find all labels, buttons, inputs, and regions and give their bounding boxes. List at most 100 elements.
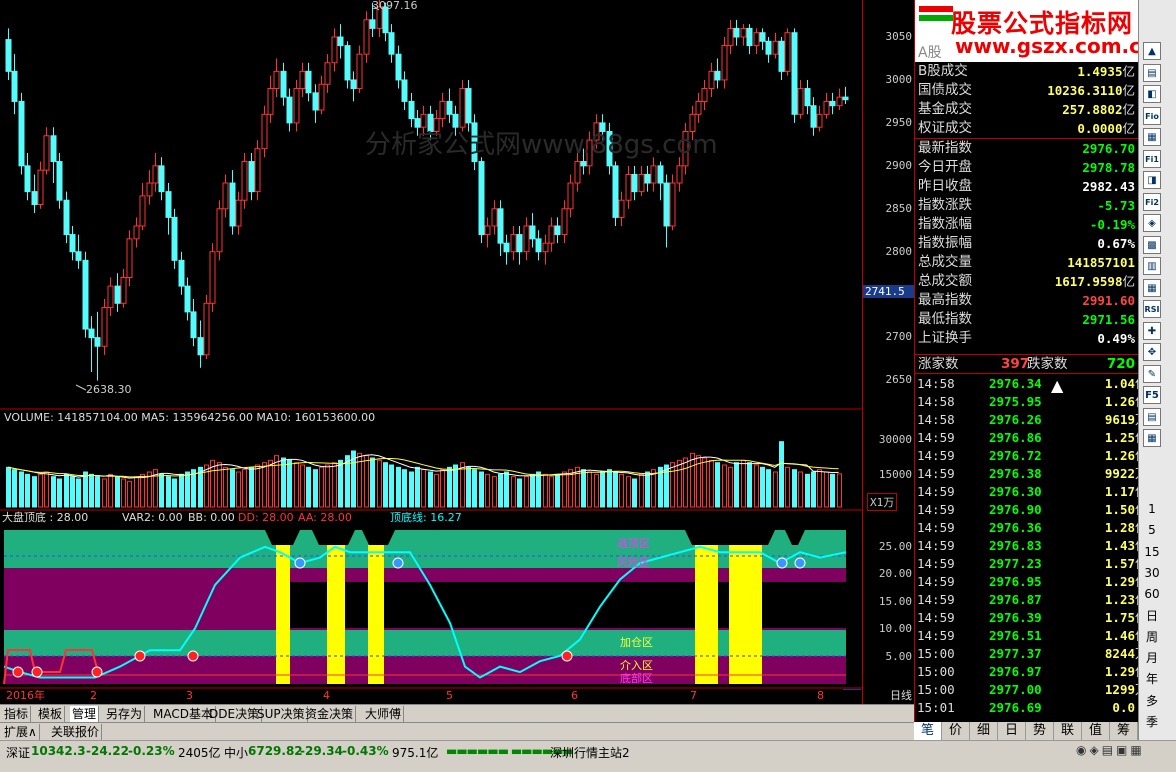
tick-row: 14:59 2976.95 1.29亿 xyxy=(915,573,1148,591)
period-button[interactable]: 季 xyxy=(1143,713,1161,731)
toolbar-icon[interactable]: Fio xyxy=(1143,106,1161,125)
volume-bar xyxy=(262,462,267,508)
toolbar-icon[interactable]: ◈ xyxy=(1143,214,1161,232)
panel-tab[interactable]: 日 xyxy=(998,722,1026,740)
volume-bar xyxy=(242,469,247,508)
period-button[interactable]: 月 xyxy=(1143,649,1161,667)
candle-body xyxy=(497,208,504,244)
toolbar-icon[interactable]: Fi1 xyxy=(1143,149,1161,168)
toolbar-icon[interactable]: ▤ xyxy=(1143,407,1161,426)
stat-value: 0.67% xyxy=(1097,235,1135,251)
tick-time: 14:59 xyxy=(917,610,955,625)
indicator-tab[interactable]: 模板 xyxy=(36,706,66,722)
panel-tab[interactable]: 势 xyxy=(1026,722,1054,740)
zone-risk: 风险区 xyxy=(617,556,650,569)
volume-bar xyxy=(428,471,433,508)
indicator-tab[interactable]: 另存为 xyxy=(104,706,146,722)
indicator-tab[interactable]: 管理 xyxy=(70,706,100,722)
candle-body xyxy=(312,92,319,111)
extend-tab[interactable]: 关联报价 xyxy=(49,724,103,740)
tick-volume: 1.46亿 xyxy=(1104,628,1148,643)
candle-body xyxy=(638,173,645,193)
candle-body xyxy=(804,88,811,107)
panel-tab[interactable]: 细 xyxy=(970,722,998,740)
period-button[interactable]: 周 xyxy=(1143,628,1161,646)
tick-price: 2976.95 xyxy=(989,574,1042,589)
toolbar-icon[interactable]: ▤ xyxy=(1143,63,1161,82)
indicator-tab[interactable]: 指标 xyxy=(2,706,32,722)
watermark: 分析家公式网www.88gs.com xyxy=(365,130,718,160)
toolbar-icon[interactable]: ▦ xyxy=(1143,278,1161,297)
tick-time: 14:59 xyxy=(917,556,955,571)
zx-value: 6729.82 xyxy=(248,744,303,758)
candle-body xyxy=(50,135,57,163)
stat-label: 指数振幅 xyxy=(918,234,972,251)
tick-price: 2976.51 xyxy=(989,628,1042,643)
panel-tab[interactable]: 筹 xyxy=(1110,722,1138,740)
tick-row: 14:58 2976.26 9619万 xyxy=(915,411,1148,429)
volume-bar xyxy=(95,476,100,508)
stat-label: 基金成交 xyxy=(918,101,972,118)
stat-row: B股成交 1.4935亿 xyxy=(915,62,1139,81)
toolbar-icon[interactable]: F5 xyxy=(1143,386,1161,404)
toolbar-icon[interactable]: RSI xyxy=(1143,300,1161,318)
volume-bar xyxy=(524,476,529,508)
toolbar-icon[interactable]: ▦ xyxy=(1143,429,1161,447)
toolbar-icon[interactable]: ▥ xyxy=(1143,257,1161,275)
volume-bar xyxy=(747,462,752,508)
toolbar-icon[interactable]: ◧ xyxy=(1143,85,1161,103)
indicator-tab[interactable]: DDE决策 xyxy=(207,706,263,722)
panel-tab[interactable]: 联 xyxy=(1054,722,1082,740)
panel-tab[interactable]: 值 xyxy=(1082,722,1110,740)
volume-bar xyxy=(25,473,30,508)
toolbar-icon[interactable]: ▩ xyxy=(1143,235,1161,254)
toolbar-icon[interactable]: ✎ xyxy=(1143,364,1161,383)
panel-tab[interactable]: 价 xyxy=(942,722,970,740)
index-chart[interactable] xyxy=(0,0,862,690)
zone-enter: 介入区 xyxy=(620,659,653,672)
scroll-marker[interactable] xyxy=(843,689,861,690)
stat-value: 2976.70 xyxy=(1082,141,1135,157)
panel-tab[interactable]: 笔 xyxy=(914,722,942,740)
volume-bar xyxy=(38,473,43,508)
tick-volume: 1299万 xyxy=(1104,682,1148,697)
indicator-tab[interactable]: SUP决策 xyxy=(255,706,308,722)
toolbar-icon[interactable]: ▦ xyxy=(1143,128,1161,146)
tick-price: 2976.97 xyxy=(989,664,1042,679)
candle-body xyxy=(708,70,715,90)
tick-time: 14:58 xyxy=(917,394,955,409)
volume-bar xyxy=(230,469,235,508)
extend-tab[interactable]: 扩展∧ xyxy=(2,724,40,740)
indicator-tab[interactable]: 资金决策 xyxy=(303,706,357,722)
toolbar-icon[interactable]: ◨ xyxy=(1143,171,1161,189)
buy-marker xyxy=(91,666,103,678)
price-axis: 3050 3000 2950 2900 2850 2800 2741.5 270… xyxy=(862,0,914,704)
volume-bar xyxy=(594,473,599,508)
current-price-tag: 2741.5 xyxy=(863,285,914,298)
period-label[interactable]: 日线 xyxy=(890,687,912,703)
period-button[interactable]: 日 xyxy=(1143,607,1161,625)
toolbar-icon[interactable]: ▲ xyxy=(1143,42,1161,60)
period-button[interactable]: 多 xyxy=(1143,692,1161,710)
indicator-tab[interactable]: 大师傅 xyxy=(363,706,405,722)
signal-bar xyxy=(276,545,290,684)
toolbar-icon[interactable]: ✚ xyxy=(1143,321,1161,340)
tick-row: 15:00 2976.97 1.29亿 xyxy=(915,663,1148,681)
period-button[interactable]: 60 xyxy=(1143,585,1161,603)
toolbar-icon[interactable]: ✥ xyxy=(1143,343,1161,361)
tick-price: 2976.90 xyxy=(989,502,1042,517)
period-button[interactable]: 5 xyxy=(1143,521,1161,539)
period-button[interactable]: 15 xyxy=(1143,543,1161,561)
candle-body xyxy=(11,70,18,102)
period-button[interactable]: 30 xyxy=(1143,564,1161,582)
toolbar-icon[interactable]: Fi2 xyxy=(1143,192,1161,211)
period-button[interactable]: 年 xyxy=(1143,670,1161,688)
sell-marker xyxy=(794,557,806,569)
ind-axis-5: 5.00 xyxy=(885,650,913,663)
candle-body xyxy=(222,182,229,210)
volume-bar xyxy=(581,469,586,508)
tick-price: 2976.87 xyxy=(989,592,1042,607)
candle-body xyxy=(31,191,38,206)
period-button[interactable]: 1 xyxy=(1143,500,1161,518)
tray-icons: ◉◈▤▣▦ xyxy=(1076,743,1145,757)
